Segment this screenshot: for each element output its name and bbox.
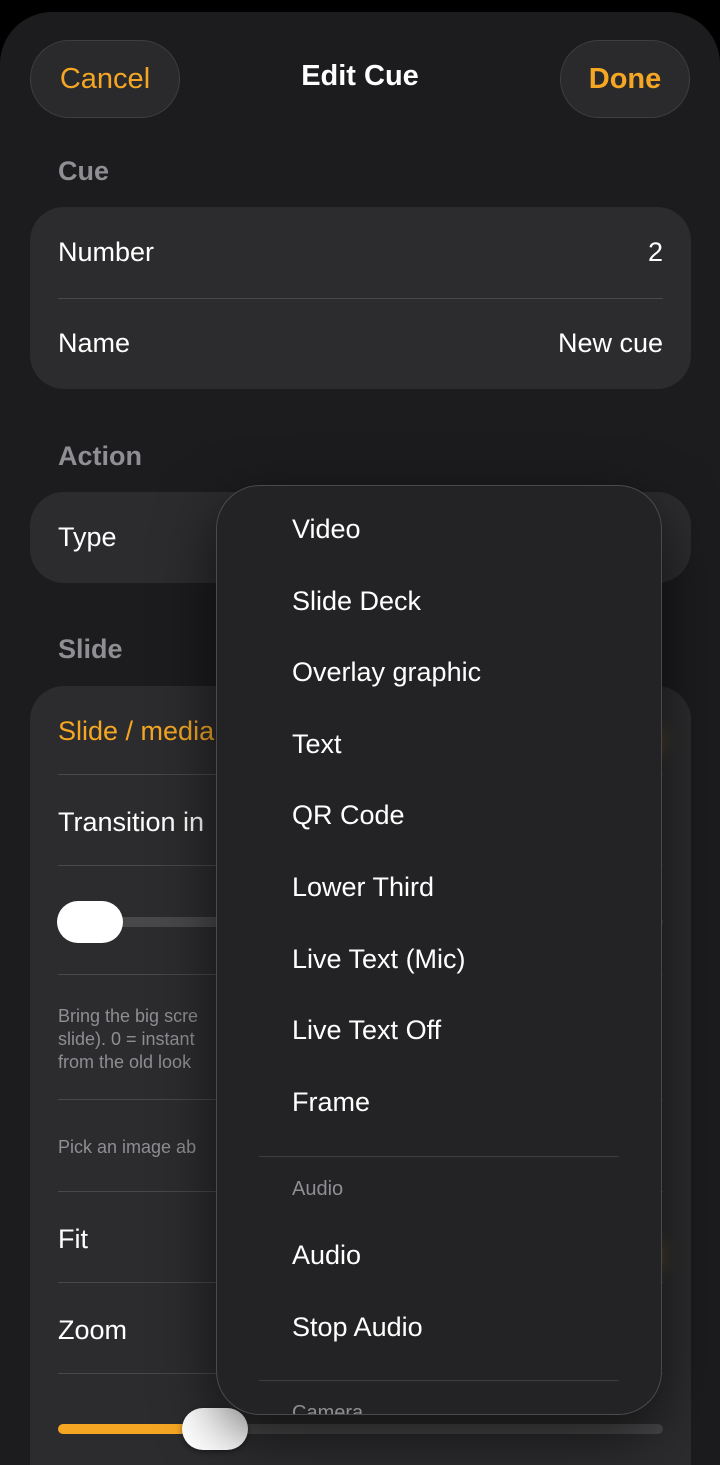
name-value[interactable]: New cue <box>558 328 663 359</box>
menu-item-live-text-mic[interactable]: Live Text (Mic) <box>292 944 466 975</box>
zoom-slider-track[interactable] <box>58 1424 663 1434</box>
number-row[interactable]: Number 2 <box>30 207 691 298</box>
type-label: Type <box>58 522 117 552</box>
edit-cue-sheet: Cancel Edit Cue Done Cue Number 2 Name N… <box>0 12 720 1465</box>
menu-section-audio: Audio <box>292 1178 344 1200</box>
section-header-cue: Cue <box>58 156 110 186</box>
done-button[interactable]: Done <box>560 40 690 118</box>
number-value[interactable]: 2 <box>648 237 663 268</box>
type-menu: Video Slide Deck Overlay graphic Text QR… <box>216 485 662 1415</box>
zoom-slider-fill <box>58 1424 195 1434</box>
menu-item-live-text-off[interactable]: Live Text Off <box>292 1015 441 1046</box>
menu-item-text[interactable]: Text <box>292 729 342 760</box>
menu-item-stop-audio[interactable]: Stop Audio <box>292 1312 423 1343</box>
menu-item-frame[interactable]: Frame <box>292 1087 370 1118</box>
section-header-slide: Slide <box>58 634 123 664</box>
section-header-action: Action <box>58 441 142 471</box>
zoom-slider-knob[interactable] <box>182 1408 248 1450</box>
menu-item-slide-deck[interactable]: Slide Deck <box>292 586 421 617</box>
menu-separator <box>259 1380 619 1381</box>
menu-item-qr-code[interactable]: QR Code <box>292 800 405 831</box>
menu-separator <box>259 1156 619 1157</box>
menu-item-video[interactable]: Video <box>292 514 361 545</box>
menu-item-lower-third[interactable]: Lower Third <box>292 872 434 903</box>
number-label: Number <box>58 237 155 267</box>
name-label: Name <box>58 328 131 358</box>
menu-item-overlay-graphic[interactable]: Overlay graphic <box>292 657 481 688</box>
transition-slider-knob[interactable] <box>57 901 123 943</box>
name-row[interactable]: Name New cue <box>30 298 691 389</box>
menu-section-camera: Camera <box>292 1402 364 1415</box>
menu-item-audio[interactable]: Audio <box>292 1240 361 1271</box>
cue-group: Number 2 Name New cue <box>30 207 691 389</box>
